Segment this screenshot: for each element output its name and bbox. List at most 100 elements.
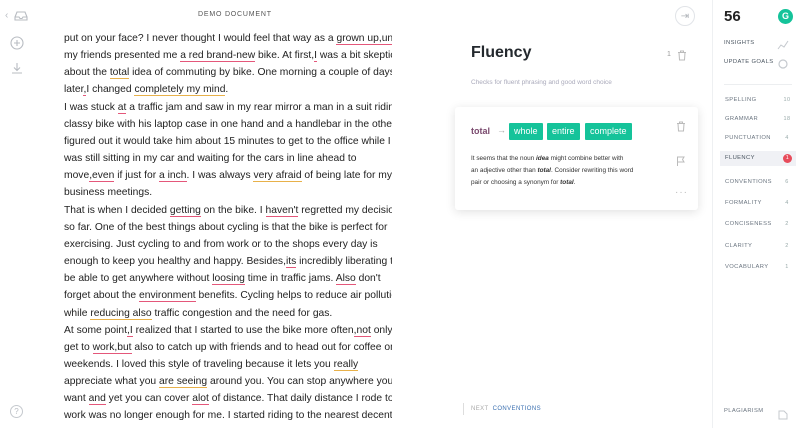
flagged-word: total: [471, 126, 490, 136]
document-line: weekends. I loved this style of travelin…: [64, 356, 392, 373]
flagged-text[interactable]: alot: [192, 393, 209, 406]
document-line: classy bike with his laptop case in one …: [64, 116, 392, 133]
category-spelling[interactable]: SPELLING 10: [720, 93, 796, 108]
flagged-text[interactable]: ,not: [353, 324, 371, 337]
flagged-text[interactable]: really: [333, 358, 359, 371]
flagged-text[interactable]: loosing: [212, 273, 245, 286]
text-segment: if just for: [114, 170, 160, 182]
flagged-text[interactable]: total: [109, 67, 130, 80]
text-segment: be able to get anywhere without: [64, 273, 213, 285]
flagged-text[interactable]: Also: [335, 273, 356, 286]
document-title: DEMO DOCUMENT: [198, 11, 272, 18]
text-segment: I was stuck: [64, 101, 118, 113]
flagged-text[interactable]: completely my mind: [134, 84, 226, 97]
text-segment: also to catch up with friends and to hea…: [131, 341, 392, 353]
flagged-text[interactable]: haven't: [265, 204, 299, 217]
text-segment: At some point: [64, 324, 127, 336]
dismiss-trash-icon[interactable]: [676, 119, 686, 132]
category-grammar[interactable]: GRAMMAR 18: [720, 112, 796, 127]
overall-score: 56: [724, 8, 741, 25]
document-editor[interactable]: put on your face? I never thought I woul…: [64, 30, 392, 428]
category-fluency[interactable]: FLUENCY 1: [720, 151, 796, 166]
update-goals-link[interactable]: UPDATE GOALS: [724, 59, 773, 65]
flagged-text[interactable]: ,even: [89, 170, 115, 183]
text-segment: regretted my decision: [298, 204, 392, 216]
document-line: want and yet you can cover alot of dista…: [64, 390, 392, 407]
flagged-text[interactable]: and: [88, 393, 106, 406]
text-segment: traffic congestion and the need for gas.: [151, 307, 333, 319]
category-formality[interactable]: FORMALITY 4: [720, 196, 796, 211]
category-vocabulary[interactable]: VOCABULARY 1: [720, 260, 796, 275]
text-segment: business meetings.: [64, 187, 153, 199]
category-label: CONVENTIONS: [725, 179, 772, 185]
text-segment: classy bike with his laptop case in one …: [64, 118, 392, 130]
collapse-panel-button[interactable]: ⇥: [675, 6, 695, 26]
back-chevron-icon[interactable]: ‹: [5, 10, 8, 21]
category-clarity[interactable]: CLARITY 2: [720, 239, 796, 254]
flagged-text[interactable]: are seeing: [159, 376, 208, 389]
category-description: Checks for fluent phrasing and good word…: [471, 79, 612, 86]
suggestion-whole[interactable]: whole: [509, 123, 543, 140]
suggestion-card[interactable]: total → whole entire complete It seems t…: [455, 107, 698, 210]
documents-icon[interactable]: [14, 9, 28, 23]
grammarly-logo-icon: G: [778, 9, 793, 24]
category-punctuation[interactable]: PUNCTUATION 4: [720, 131, 796, 146]
category-label: GRAMMAR: [725, 116, 759, 122]
text-segment: That is when I decided: [64, 204, 170, 216]
text-segment: only to: [373, 324, 392, 336]
text-segment: put on your face? I never thought I woul…: [64, 33, 337, 44]
goals-target-icon: [777, 56, 789, 69]
category-count-badge: 2: [785, 221, 789, 227]
category-conciseness[interactable]: CONCISENESS 2: [720, 217, 796, 232]
document-line: mountain bike trails so I could spend th…: [64, 425, 392, 428]
category-label: CLARITY: [725, 243, 753, 249]
category-conventions[interactable]: CONVENTIONS 6: [720, 175, 796, 190]
sidebar-divider: [724, 84, 792, 85]
category-label: CONCISENESS: [725, 221, 772, 227]
document-line: my friends presented me a red brand-new …: [64, 47, 392, 64]
text-segment: I changed: [86, 84, 135, 96]
help-icon[interactable]: ?: [10, 405, 23, 418]
text-segment: exercising. Just cycling to and from wor…: [64, 238, 378, 250]
text-segment: of being late for my: [301, 170, 392, 182]
flagged-text[interactable]: environment: [139, 290, 196, 303]
category-count-badge: 18: [783, 116, 791, 122]
flagged-text[interactable]: its: [285, 256, 297, 269]
flagged-text[interactable]: a inch: [159, 170, 187, 183]
next-label: NEXT: [471, 406, 489, 412]
insights-link[interactable]: INSIGHTS: [724, 40, 755, 46]
text-segment: benefits. Cycling helps to reduce air po…: [195, 290, 392, 302]
text-segment: a traffic jam and saw in my rear mirror …: [126, 101, 392, 113]
category-label: VOCABULARY: [725, 264, 769, 270]
next-category-link[interactable]: NEXT CONVENTIONS: [471, 406, 541, 412]
document-line: so far. One of the best things about cyc…: [64, 219, 392, 236]
text-segment: was still sitting in my car and waiting …: [64, 153, 357, 165]
suggestion-entire[interactable]: entire: [547, 123, 580, 140]
new-document-icon[interactable]: [10, 36, 24, 50]
text-segment: get to: [64, 341, 93, 353]
flagged-text[interactable]: reducing also: [90, 307, 152, 320]
category-count-badge: 4: [785, 135, 789, 141]
trash-icon[interactable]: [677, 48, 687, 61]
document-line: be able to get anywhere without loosing …: [64, 270, 392, 287]
text-segment: work was no longer enough for me. I star…: [64, 410, 392, 422]
category-count-badge: 4: [785, 200, 789, 206]
flag-icon[interactable]: [676, 153, 686, 166]
flagged-text[interactable]: very afraid: [253, 170, 302, 183]
flagged-text[interactable]: a red brand-new: [180, 50, 256, 63]
suggestion-complete[interactable]: complete: [585, 123, 632, 140]
plagiarism-link[interactable]: PLAGIARISM: [724, 408, 763, 414]
more-options-icon[interactable]: ···: [675, 187, 688, 198]
document-line: figured out it would take him about 15 m…: [64, 133, 392, 150]
flagged-text[interactable]: grown up,until: [336, 33, 392, 45]
download-icon[interactable]: [10, 61, 24, 75]
category-title: Fluency: [471, 44, 532, 61]
category-label: FLUENCY: [725, 155, 755, 161]
document-line: appreciate what you are seeing around yo…: [64, 373, 392, 390]
text-segment: want: [64, 393, 89, 405]
suggestion-explanation: It seems that the noun idea might combin…: [471, 155, 634, 186]
flagged-text[interactable]: getting: [169, 204, 201, 217]
insights-chart-icon: [777, 37, 789, 50]
flagged-text[interactable]: work,but: [92, 341, 132, 354]
text-segment: about the: [64, 67, 110, 79]
